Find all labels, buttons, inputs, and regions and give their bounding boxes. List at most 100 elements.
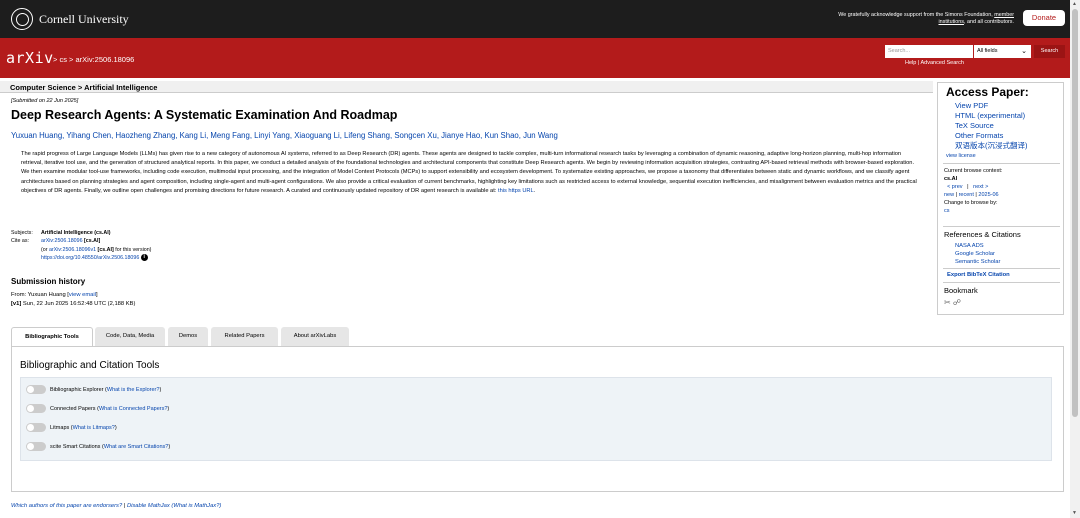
submission-history-title: Submission history xyxy=(11,277,86,286)
scroll-down-icon[interactable]: ▼ xyxy=(1072,510,1077,516)
bilingual-link[interactable]: 双语版本(沉浸式翻译) xyxy=(955,141,1028,151)
scite-toggle[interactable] xyxy=(26,442,46,451)
divider xyxy=(943,163,1060,164)
scrollbar-thumb[interactable] xyxy=(1072,9,1078,417)
view-license-link[interactable]: view license xyxy=(946,153,976,159)
references-links: NASA ADS Google Scholar Semantic Scholar xyxy=(955,242,1000,266)
doi-link[interactable]: https://doi.org/10.48550/arXiv.2506.1809… xyxy=(41,255,139,261)
cite-or-prefix: (or xyxy=(41,246,49,253)
tools-box xyxy=(20,377,1052,461)
arxiv-logo[interactable]: arXiv xyxy=(6,49,54,67)
category-bar: Computer Science > Artificial Intelligen… xyxy=(0,81,933,93)
institutions-link[interactable]: institutions xyxy=(938,19,963,25)
divider xyxy=(943,268,1060,269)
donate-button[interactable]: Donate xyxy=(1023,10,1065,26)
tools-title: Bibliographic and Citation Tools xyxy=(20,360,160,371)
search-field-select[interactable]: All fields ⌄ xyxy=(974,45,1031,58)
subjects-value: Artificial Intelligence (cs.AI) xyxy=(41,230,111,236)
metadata-table: Subjects: Artificial Intelligence (cs.AI)… xyxy=(11,229,151,263)
help-links: Help | Advanced Search xyxy=(905,60,964,66)
bookmark-title: Bookmark xyxy=(944,286,978,295)
version-v1-date: Sun, 22 Jun 2025 16:52:48 UTC (2,188 KB) xyxy=(21,301,136,307)
breadcrumb[interactable]: > cs > arXiv:2506.18096 xyxy=(53,55,134,64)
google-scholar-link[interactable]: Google Scholar xyxy=(955,250,1000,258)
submission-history: From: Yuxuan Huang [view email] [v1] Sun… xyxy=(11,291,135,309)
tool-row-litmaps: Litmaps (What is Litmaps?) xyxy=(26,423,117,432)
help-link[interactable]: Help xyxy=(905,60,916,66)
new-link[interactable]: new xyxy=(944,192,954,198)
abstract-url-link[interactable]: this https URL xyxy=(498,188,534,194)
change-browse-link[interactable]: cs xyxy=(944,208,950,214)
tool-help-link[interactable]: What are Smart Citations? xyxy=(104,444,169,450)
prev-link[interactable]: < prev xyxy=(947,184,962,190)
version-v1: [v1] xyxy=(11,301,22,307)
cite-version-category: [cs.AI] xyxy=(96,246,114,253)
cite-label: Cite as: xyxy=(11,238,29,245)
search-button[interactable]: Search xyxy=(1034,45,1065,58)
export-bibtex-link[interactable]: Export BibTeX Citation xyxy=(947,272,1010,278)
abstract-end: . xyxy=(533,187,536,194)
divider xyxy=(943,282,1060,283)
next-link[interactable]: next > xyxy=(973,184,988,190)
cornell-banner: Cornell University We gratefully acknowl… xyxy=(0,0,1070,38)
recent-link[interactable]: recent xyxy=(959,192,974,198)
tool-row-connected-papers: Connected Papers (What is Connected Pape… xyxy=(26,404,169,413)
tab-bibliographic-tools[interactable]: Bibliographic Tools xyxy=(11,327,93,347)
tool-row-explorer: Bibliographic Explorer (What is the Expl… xyxy=(26,385,161,394)
tool-help-link[interactable]: What is Litmaps? xyxy=(73,425,115,431)
member-link[interactable]: member xyxy=(994,12,1014,18)
references-title: References & Citations xyxy=(944,230,1021,239)
abstract-text: The rapid progress of Large Language Mod… xyxy=(21,151,917,194)
history-from-end: ] xyxy=(95,292,98,298)
ack-text: We gratefully acknowledge support from t… xyxy=(838,12,993,18)
tool-label: scite Smart Citations xyxy=(50,443,101,450)
history-from: From: Yuxuan Huang [ xyxy=(11,292,69,298)
divider xyxy=(943,226,1060,227)
scroll-up-icon[interactable]: ▲ xyxy=(1072,1,1077,7)
search-input[interactable]: Search... xyxy=(885,45,973,58)
endorsers-link[interactable]: Which authors of this paper are endorser… xyxy=(11,503,122,509)
view-email-link[interactable]: view email xyxy=(69,292,96,298)
footer-separator: | xyxy=(123,503,126,509)
what-is-mathjax-link[interactable]: (What is MathJax?) xyxy=(171,503,221,509)
cornell-seal-icon[interactable] xyxy=(11,8,33,30)
html-link[interactable]: HTML (experimental) xyxy=(955,111,1028,121)
tex-source-link[interactable]: TeX Source xyxy=(955,121,1028,131)
advanced-search-link[interactable]: Advanced Search xyxy=(921,60,964,66)
explorer-toggle[interactable] xyxy=(26,385,46,394)
acknowledgement: We gratefully acknowledge support from t… xyxy=(774,12,1014,26)
abstract: The rapid progress of Large Language Mod… xyxy=(21,150,921,196)
access-paper-title: Access Paper: xyxy=(946,85,1029,99)
field-select-value: All fields xyxy=(977,48,998,54)
disable-mathjax-link[interactable]: Disable MathJax xyxy=(127,503,170,509)
tab-demos[interactable]: Demos xyxy=(168,327,208,346)
browse-context-label: Current browse context: xyxy=(944,168,1003,174)
tool-row-scite: scite Smart Citations (What are Smart Ci… xyxy=(26,442,170,451)
tool-label: Litmaps xyxy=(50,424,70,431)
cite-category: [cs.AI] xyxy=(84,238,101,245)
tab-about-arxivlabs[interactable]: About arXivLabs xyxy=(281,327,349,346)
tab-code-data-media[interactable]: Code, Data, Media xyxy=(95,327,165,346)
nav-separator: | xyxy=(967,184,969,190)
chevron-down-icon: ⌄ xyxy=(1021,48,1027,55)
scrollbar[interactable]: ▲ ▼ xyxy=(1070,0,1080,518)
semantic-scholar-link[interactable]: Semantic Scholar xyxy=(955,258,1000,266)
info-icon[interactable]: i xyxy=(140,254,148,262)
tool-help-link[interactable]: What is Connected Papers? xyxy=(99,406,167,412)
nasa-ads-link[interactable]: NASA ADS xyxy=(955,242,1000,250)
cite-version-link[interactable]: arXiv:2506.18096v1 xyxy=(49,247,96,253)
bookmark-icons[interactable]: ✂ ☍ xyxy=(944,298,961,307)
other-formats-link[interactable]: Other Formats xyxy=(955,131,1028,141)
litmaps-toggle[interactable] xyxy=(26,423,46,432)
tool-help-link[interactable]: What is the Explorer? xyxy=(107,387,160,393)
browse-context: Current browse context: cs.AI < prev | n… xyxy=(944,168,1003,214)
month-link[interactable]: 2025-06 xyxy=(978,192,998,198)
cornell-name[interactable]: Cornell University xyxy=(39,12,129,27)
footer-links: Which authors of this paper are endorser… xyxy=(11,503,221,509)
submitted-date: [Submitted on 22 Jun 2025] xyxy=(11,98,79,104)
tab-related-papers[interactable]: Related Papers xyxy=(211,327,278,346)
cite-id-link[interactable]: arXiv:2506.18096 xyxy=(41,238,83,244)
connected-papers-toggle[interactable] xyxy=(26,404,46,413)
view-pdf-link[interactable]: View PDF xyxy=(955,101,1028,111)
author-list[interactable]: Yuxuan Huang, Yihang Chen, Haozheng Zhan… xyxy=(11,131,558,140)
